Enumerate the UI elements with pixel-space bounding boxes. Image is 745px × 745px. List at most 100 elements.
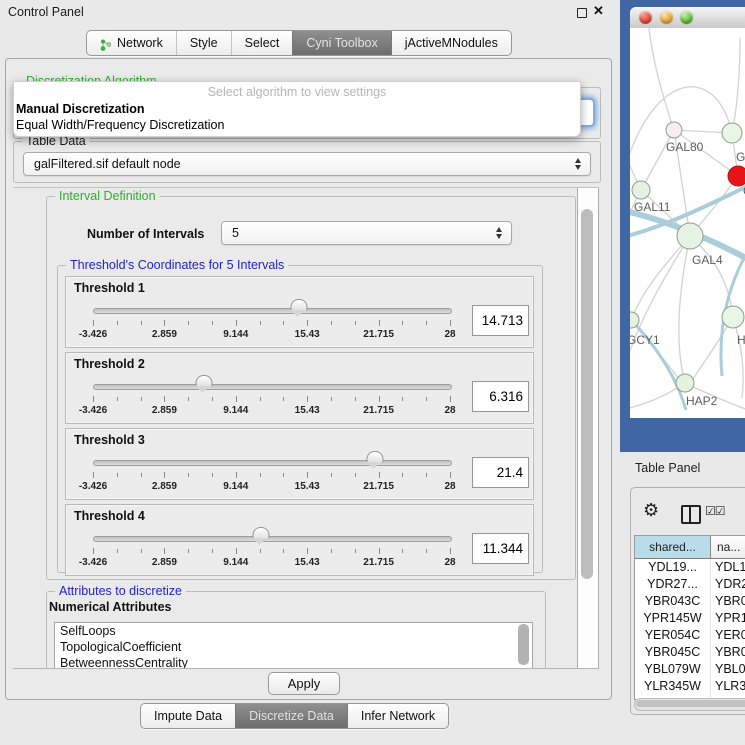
close-icon[interactable]: ✕ (593, 3, 604, 19)
slider-rail (93, 527, 450, 547)
float-icon[interactable] (577, 8, 587, 18)
tab[interactable]: Discretize Data (235, 704, 347, 728)
cell-shared-name: YBL079W (635, 661, 711, 678)
network-edge[interactable] (732, 38, 740, 133)
table-row[interactable]: YPR145W YPR145W (635, 610, 745, 627)
scrollbar-thumb[interactable] (636, 700, 745, 707)
slider-thumb[interactable] (252, 527, 269, 539)
cell-name: YBL079W (711, 661, 745, 678)
network-node-gal80[interactable] (666, 122, 682, 138)
slider-ticks (93, 320, 450, 327)
network-edge[interactable] (648, 28, 674, 130)
network-node-gal4[interactable] (677, 223, 703, 249)
zoom-traffic-light[interactable] (680, 11, 693, 24)
tab[interactable]: jActiveMNodules (391, 31, 511, 55)
apply-button[interactable]: Apply (268, 672, 340, 695)
tab-label: Infer Network (361, 704, 435, 728)
tick-mark (141, 473, 142, 477)
scrollbar-thumb[interactable] (581, 209, 593, 579)
gear-icon[interactable]: ⚙ (643, 500, 659, 521)
tick-mark (331, 397, 332, 401)
top-tab-bar: Network Style (86, 30, 512, 57)
dropdown-option[interactable]: Manual Discretization (16, 102, 145, 116)
columns-icon[interactable] (681, 505, 701, 524)
tick-label: -3.426 (79, 405, 107, 416)
tick-mark (164, 396, 165, 402)
tick-mark (379, 548, 380, 554)
column-header-name[interactable]: na... (711, 536, 745, 558)
list-item[interactable]: TopologicalCoefficient (55, 639, 532, 655)
table-row[interactable]: YDR27... YDR27... (635, 576, 745, 593)
slider-ticks (93, 396, 450, 403)
tab[interactable]: Select (231, 31, 293, 55)
network-node-h[interactable] (722, 306, 744, 328)
cell-name: YDR27... (711, 576, 745, 593)
tick-mark (283, 549, 284, 553)
threshold-value-field[interactable]: 21.4 (472, 457, 529, 488)
close-traffic-light[interactable] (639, 11, 652, 24)
table-row[interactable]: YER054C YER054C (635, 627, 745, 644)
column-header-shared-name[interactable]: shared... (635, 536, 711, 558)
tick-mark (307, 396, 308, 402)
network-node-gal11[interactable] (632, 181, 650, 199)
table-row[interactable]: YLR345W YLR345W (635, 678, 745, 695)
slider-tick-labels: -3.4262.8599.14415.4321.71528 (93, 481, 450, 493)
tab[interactable]: Cyni Toolbox (292, 31, 390, 55)
checkboxes-icon[interactable]: ☑☑ (705, 504, 725, 518)
tab[interactable]: Impute Data (141, 704, 235, 728)
number-of-intervals-combobox[interactable]: 5 (221, 221, 512, 245)
bottom-tab-bar: Impute Data Discretize Data Infer Networ… (140, 703, 449, 729)
dropdown-hint-item[interactable]: Select algorithm to view settings (14, 85, 580, 99)
threshold-value-field[interactable]: 14.713 (472, 305, 529, 336)
list-item[interactable]: BetweennessCentrality (55, 655, 532, 669)
slider-thumb[interactable] (195, 375, 212, 387)
network-edge[interactable] (733, 317, 743, 398)
network-edge[interactable] (679, 236, 690, 383)
network-edge[interactable] (641, 130, 674, 190)
node-label: GAL11 (634, 200, 671, 214)
network-window-titlebar[interactable] (630, 7, 745, 29)
cell-name: YER054C (711, 627, 745, 644)
network-node-ga[interactable] (722, 123, 742, 143)
threshold-value-field[interactable]: 11.344 (472, 533, 529, 564)
group-label: Threshold's Coordinates for 5 Intervals (66, 258, 288, 272)
network-window-frame: GAL80GACGAL11GAL4GCY1HHAP2 (620, 0, 745, 452)
network-canvas[interactable]: GAL80GACGAL11GAL4GCY1HHAP2 (630, 28, 745, 418)
tick-mark (236, 396, 237, 402)
tick-mark (236, 320, 237, 326)
table-data-combobox[interactable]: galFiltered.sif default node (23, 152, 591, 176)
tick-mark (283, 397, 284, 401)
slider-thumb[interactable] (291, 299, 308, 311)
slider-thumb[interactable] (367, 451, 384, 463)
threshold-label: Threshold 4 (74, 509, 145, 523)
tab[interactable]: Style (176, 31, 231, 55)
tick-mark (93, 396, 94, 402)
list-item[interactable]: SelfLoops (55, 623, 532, 639)
tick-mark (260, 549, 261, 553)
tab[interactable]: Network (87, 31, 176, 55)
list-scrollbar-thumb[interactable] (518, 624, 529, 665)
minimize-traffic-light[interactable] (660, 11, 673, 24)
table-row[interactable]: YBR045C YBR045C (635, 644, 745, 661)
table-row[interactable]: YBR043C YBR043C (635, 593, 745, 610)
tick-mark (117, 321, 118, 325)
network-edge[interactable] (631, 236, 690, 320)
node-table: shared... na... YDL19... YDL19... YDR27.… (634, 535, 745, 700)
tick-mark (117, 397, 118, 401)
dropdown-option[interactable]: Equal Width/Frequency Discretization (16, 118, 224, 132)
table-row[interactable]: YBL079W YBL079W (635, 661, 745, 678)
tick-mark (450, 396, 451, 402)
tab[interactable]: Infer Network (347, 704, 448, 728)
tick-mark (331, 473, 332, 477)
cell-name: YPR145W (711, 610, 745, 627)
network-node-hap2[interactable] (676, 374, 694, 392)
threshold-value-field[interactable]: 6.316 (472, 381, 529, 412)
cell-name: YDL19... (711, 559, 745, 576)
table-row[interactable]: YDL19... YDL19... (635, 559, 745, 576)
network-node-c[interactable] (728, 166, 745, 186)
slider-tick-labels: -3.4262.8599.14415.4321.71528 (93, 557, 450, 569)
horizontal-scrollbar[interactable] (634, 698, 745, 711)
tick-mark (117, 473, 118, 477)
vertical-scrollbar[interactable] (577, 188, 599, 668)
tick-mark (188, 549, 189, 553)
